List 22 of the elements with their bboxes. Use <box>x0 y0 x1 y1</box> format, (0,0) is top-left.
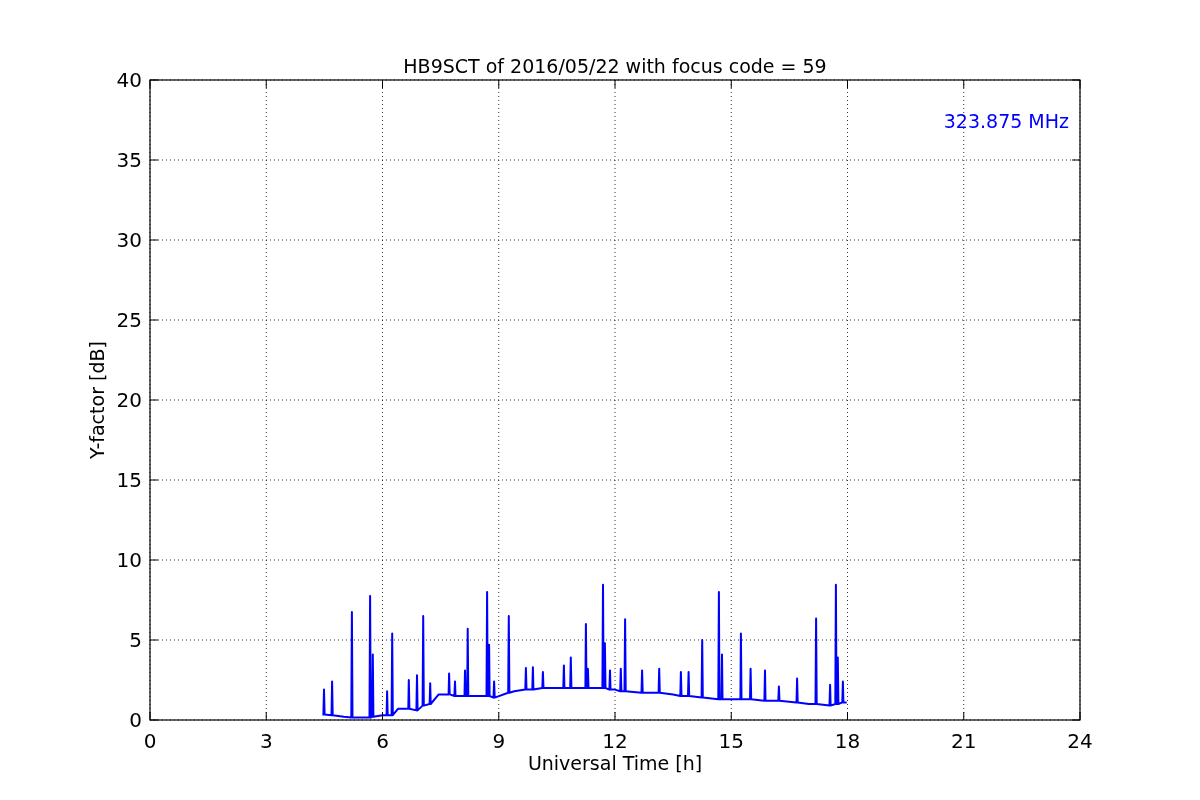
x-tick-label: 3 <box>259 729 273 753</box>
y-tick-label: 5 <box>129 628 142 652</box>
x-tick-label: 9 <box>492 729 506 753</box>
x-tick-label: 6 <box>376 729 389 753</box>
y-tick-label: 40 <box>116 68 142 92</box>
y-tick-label: 30 <box>116 228 142 252</box>
y-tick-label: 35 <box>116 148 142 172</box>
x-axis-label: Universal Time [h] <box>527 752 703 774</box>
x-tick-label: 15 <box>718 729 744 753</box>
y-tick-label: 15 <box>116 468 142 492</box>
x-tick-label: 24 <box>1067 729 1093 753</box>
x-tick-label: 21 <box>951 729 977 753</box>
chart-title: HB9SCT of 2016/05/22 with focus code = 59 <box>403 55 827 77</box>
x-tick-label: 12 <box>602 729 628 753</box>
y-tick-label: 10 <box>116 548 142 572</box>
x-tick-label: 18 <box>834 729 861 753</box>
x-tick-label: 0 <box>143 729 157 753</box>
y-tick-label: 0 <box>129 708 142 732</box>
series-label: 323.875 MHz <box>943 110 1069 132</box>
y-tick-label: 25 <box>116 308 142 332</box>
y-tick-label: 20 <box>116 388 142 412</box>
y-axis-label: Y-factor [dB] <box>86 341 108 459</box>
